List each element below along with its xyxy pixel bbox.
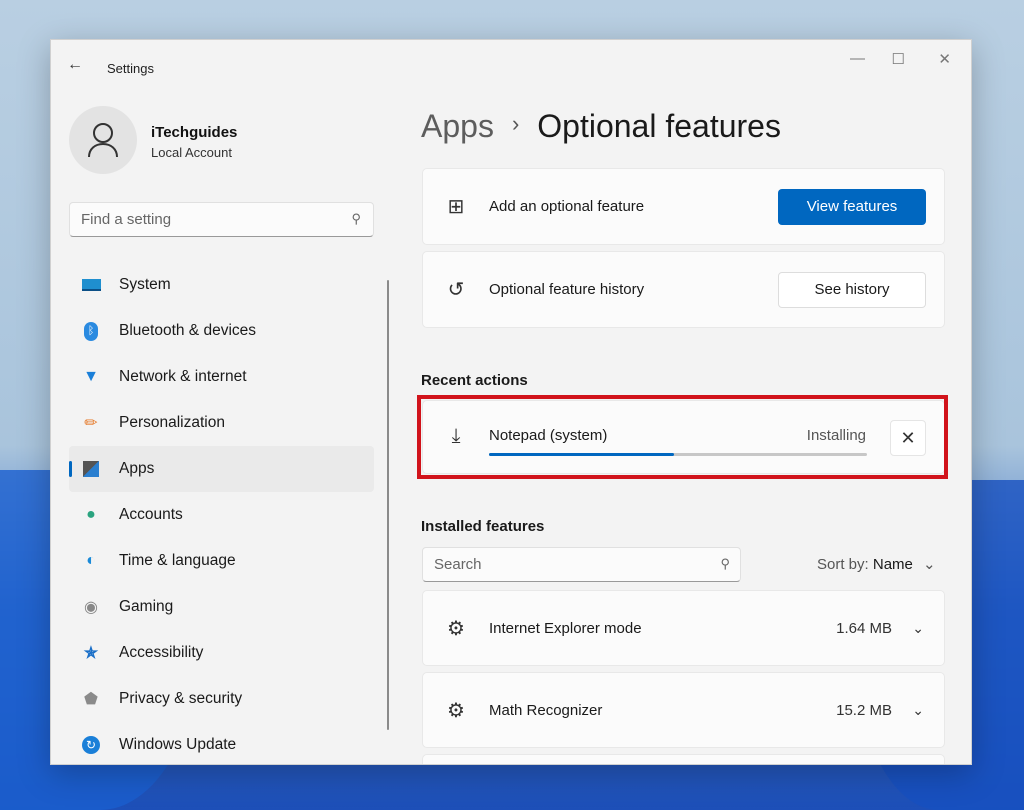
sort-label: Sort by: xyxy=(817,556,869,573)
chevron-down-icon[interactable]: ⌄ xyxy=(912,620,924,637)
sidebar-item-label: Gaming xyxy=(119,598,174,615)
minimize-button[interactable]: — xyxy=(850,50,865,67)
history-icon: ↺ xyxy=(447,279,465,301)
gamepad-icon: ◉ xyxy=(84,599,98,616)
feature-name: Math Recognizer xyxy=(489,701,603,719)
chevron-down-icon: ⌄ xyxy=(923,556,936,573)
recent-actions-heading: Recent actions xyxy=(421,372,528,389)
back-arrow-icon[interactable]: ← xyxy=(67,56,83,74)
see-history-button[interactable]: See history xyxy=(778,271,926,308)
search-icon: ⚲ xyxy=(351,211,361,226)
sidebar-item-label: Accounts xyxy=(119,506,183,523)
avatar[interactable] xyxy=(69,106,137,174)
sidebar-item-personalization[interactable]: ✏ Personalization xyxy=(69,400,374,446)
sidebar-nav: System ᛒ Bluetooth & devices ▼ Network & i… xyxy=(69,262,374,764)
add-grid-icon: ⊞ xyxy=(447,196,465,218)
search-icon: ⚲ xyxy=(720,556,730,571)
person-icon xyxy=(88,123,118,158)
close-button[interactable]: ✕ xyxy=(938,50,951,68)
user-name: iTechguides xyxy=(151,124,238,141)
sidebar-scrollbar[interactable] xyxy=(387,280,389,730)
accessibility-icon: ✯ xyxy=(84,645,98,662)
sidebar-item-label: Windows Update xyxy=(119,736,237,753)
add-feature-label: Add an optional feature xyxy=(489,198,645,215)
account-type: Local Account xyxy=(151,145,232,160)
sidebar-item-accounts[interactable]: ● Accounts xyxy=(69,492,374,538)
sidebar-item-system[interactable]: System xyxy=(69,262,374,308)
sidebar-item-apps[interactable]: Apps xyxy=(69,446,374,492)
feature-name: Internet Explorer mode xyxy=(489,619,642,637)
sidebar-item-label: Apps xyxy=(119,460,155,477)
shield-icon: ⬟ xyxy=(84,691,98,708)
sort-dropdown[interactable]: Sort by: Name ⌄ xyxy=(817,555,936,573)
feature-item[interactable]: ⚙ Math Recognizer 15.2 MB ⌄ xyxy=(422,672,945,748)
sidebar-item-gaming[interactable]: ◉ Gaming xyxy=(69,584,374,630)
chevron-down-icon[interactable]: ⌄ xyxy=(912,702,924,719)
apps-icon xyxy=(81,459,101,479)
sidebar-item-label: Privacy & security xyxy=(119,690,243,707)
sidebar-item-time-language[interactable]: ◐ Time & language xyxy=(69,538,374,584)
person-icon: ● xyxy=(86,506,96,523)
sidebar-item-windows-update[interactable]: ↻ Windows Update xyxy=(69,722,374,764)
page-title: Optional features xyxy=(537,108,781,144)
sidebar-item-network[interactable]: ▼ Network & internet xyxy=(69,354,374,400)
breadcrumb: Apps › Optional features xyxy=(421,108,781,145)
sidebar-item-label: Network & internet xyxy=(119,368,247,385)
feature-size: 1.64 MB xyxy=(836,619,892,637)
settings-window: ← Settings — ☐ ✕ iTechguides Local Accou… xyxy=(50,39,972,765)
feature-item[interactable] xyxy=(422,754,945,764)
sort-value: Name xyxy=(872,556,913,573)
brush-icon: ✏ xyxy=(84,415,98,432)
search-placeholder: Find a setting xyxy=(81,211,172,228)
bluetooth-icon: ᛒ xyxy=(81,321,101,341)
sidebar-item-privacy[interactable]: ⬟ Privacy & security xyxy=(69,676,374,722)
sidebar-item-bluetooth[interactable]: ᛒ Bluetooth & devices xyxy=(69,308,374,354)
feature-size: 15.2 MB xyxy=(836,701,892,719)
highlight-box xyxy=(417,395,948,479)
chevron-right-icon: › xyxy=(511,111,520,136)
find-setting-input[interactable]: Find a setting ⚲ xyxy=(69,202,374,237)
feature-item[interactable]: ⚙ Internet Explorer mode 1.64 MB ⌄ xyxy=(422,590,945,666)
feature-history-label: Optional feature history xyxy=(489,281,645,298)
installed-features-heading: Installed features xyxy=(421,518,545,535)
system-icon xyxy=(81,275,101,295)
maximize-button[interactable]: ☐ xyxy=(892,50,905,68)
search-placeholder: Search xyxy=(434,556,482,573)
window-title: Settings xyxy=(107,61,154,76)
update-icon: ↻ xyxy=(81,735,101,755)
feature-history-card: ↺ Optional feature history See history xyxy=(422,251,945,328)
puzzle-gear-icon: ⚙ xyxy=(447,699,465,722)
view-features-button[interactable]: View features xyxy=(778,188,926,225)
sidebar-item-label: Personalization xyxy=(119,414,225,431)
breadcrumb-apps[interactable]: Apps xyxy=(421,108,494,144)
sidebar-item-label: Accessibility xyxy=(119,644,204,661)
sidebar-item-label: Time & language xyxy=(119,552,236,569)
add-feature-card: ⊞ Add an optional feature View features xyxy=(422,168,945,245)
installed-search-input[interactable]: Search ⚲ xyxy=(422,547,741,582)
sidebar-item-label: Bluetooth & devices xyxy=(119,322,257,339)
wifi-icon: ▼ xyxy=(83,368,99,385)
globe-clock-icon: ◐ xyxy=(86,552,96,569)
sidebar-item-label: System xyxy=(119,276,171,293)
sidebar-item-accessibility[interactable]: ✯ Accessibility xyxy=(69,630,374,676)
puzzle-gear-icon: ⚙ xyxy=(447,617,465,640)
